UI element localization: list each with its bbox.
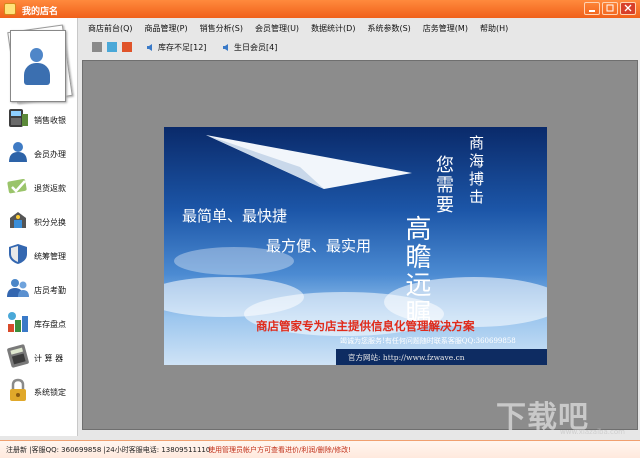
low-stock-button[interactable]: 库存不足[12] [146, 41, 206, 54]
points-exchange-icon [10, 212, 26, 228]
menu-store-front[interactable]: 商店前台(Q) [82, 22, 139, 36]
maximize-icon [606, 4, 614, 12]
sidebar-item-label: 销售收银 [34, 116, 66, 125]
sidebar-item-points[interactable]: 积分兑换 [0, 204, 78, 238]
close-icon [624, 4, 632, 12]
menu-system-params[interactable]: 系统参数(S) [361, 22, 416, 36]
close-button[interactable] [620, 2, 636, 15]
status-warning: 使用管理员帐户方可查看进价/利润/删除/修改! [208, 446, 351, 454]
banner-slogan-1: 最简单、最快捷 [182, 207, 288, 225]
sidebar-item-label: 库存盘点 [34, 320, 66, 329]
color-swatch-blue[interactable] [107, 42, 117, 52]
sidebar-item-label: 店员考勤 [34, 286, 66, 295]
cash-register-icon [9, 109, 28, 127]
return-icon [7, 179, 27, 194]
promo-banner: 最简单、最快捷 最方便、最实用 商海搏击 您需要 高瞻远瞩 商店管家专为店主提供… [164, 127, 547, 365]
sidebar-item-label: 计 算 器 [34, 354, 64, 363]
staff-icon [7, 279, 29, 297]
sidebar-item-label: 退货返款 [34, 184, 66, 193]
speaker-icon [223, 44, 228, 51]
sidebar-item-label: 积分兑换 [34, 218, 66, 227]
lock-icon [10, 378, 26, 401]
sidebar: 销售收银 会员办理 退货返款 积分兑换 统筹管理 店员考勤 库存盘点 计 算 器… [0, 18, 78, 436]
banner-vertical-2: 您需要 [433, 155, 454, 215]
website-bar: 官方网站: http://www.fzwave.cn [336, 349, 547, 365]
banner-tagline: 商店管家专为店主提供信息化管理解决方案 [256, 319, 475, 333]
menu-help[interactable]: 帮助(H) [474, 22, 514, 36]
paper-plane-icon [206, 135, 412, 189]
user-icon [22, 48, 50, 88]
sidebar-item-label: 统筹管理 [34, 252, 66, 261]
banner-vertical-1: 商海搏击 [467, 135, 485, 207]
birthday-member-label: 生日会员[4] [234, 43, 278, 52]
window-controls [584, 2, 636, 15]
menu-products[interactable]: 商品管理(P) [139, 22, 194, 36]
menu-sales-analysis[interactable]: 销售分析(S) [194, 22, 249, 36]
shield-icon [9, 244, 27, 264]
sidebar-item-lock[interactable]: 系统锁定 [0, 374, 78, 408]
banner-website[interactable]: 官方网站: http://www.fzwave.cn [348, 352, 465, 363]
inventory-icon [8, 312, 28, 332]
sidebar-item-member[interactable]: 会员办理 [0, 136, 78, 170]
banner-service-text: 竭诚为您服务!有任何问题随时联系客服QQ:360699858 [340, 337, 516, 345]
banner-slogan-2: 最方便、最实用 [266, 237, 372, 255]
menu-members[interactable]: 会员管理(U) [249, 22, 305, 36]
minimize-button[interactable] [584, 2, 600, 15]
window-title: 我的店名 [22, 7, 59, 17]
sidebar-item-sales[interactable]: 销售收银 [0, 102, 78, 136]
sidebar-item-label: 系统锁定 [34, 388, 66, 397]
sidebar-item-calculator[interactable]: 计 算 器 [0, 340, 78, 374]
maximize-button[interactable] [602, 2, 618, 15]
sidebar-item-return[interactable]: 退货返款 [0, 170, 78, 204]
status-contact: 注册新 |客服QQ: 360699858 |24小时客服电话: 13809511… [6, 446, 211, 454]
calculator-icon [7, 344, 29, 368]
toolbar: 库存不足[12] 生日会员[4] [90, 41, 630, 55]
birthday-member-button[interactable]: 生日会员[4] [222, 41, 277, 54]
color-swatch-orange[interactable] [122, 42, 132, 52]
banner-vertical-3: 高瞻远瞩 [401, 215, 431, 327]
status-bar: 注册新 |客服QQ: 360699858 |24小时客服电话: 13809511… [0, 440, 640, 458]
app-icon [4, 3, 16, 15]
sidebar-item-inventory[interactable]: 库存盘点 [0, 306, 78, 340]
menu-statistics[interactable]: 数据统计(D) [305, 22, 361, 36]
menu-bar: 商店前台(Q) 商品管理(P) 销售分析(S) 会员管理(U) 数据统计(D) … [82, 22, 638, 36]
user-avatar[interactable] [4, 24, 74, 106]
color-swatch-gray[interactable] [92, 42, 102, 52]
speaker-icon [147, 44, 152, 51]
sidebar-item-staff[interactable]: 店员考勤 [0, 272, 78, 306]
sidebar-item-manage[interactable]: 统筹管理 [0, 238, 78, 272]
watermark-url: www.xiazaiba.com [560, 428, 625, 436]
low-stock-label: 库存不足[12] [158, 43, 207, 52]
title-bar: 我的店名 [0, 0, 640, 18]
member-icon [9, 142, 27, 162]
sidebar-item-label: 会员办理 [34, 150, 66, 159]
minimize-icon [589, 10, 595, 12]
menu-store-affairs[interactable]: 店务管理(M) [417, 22, 474, 36]
